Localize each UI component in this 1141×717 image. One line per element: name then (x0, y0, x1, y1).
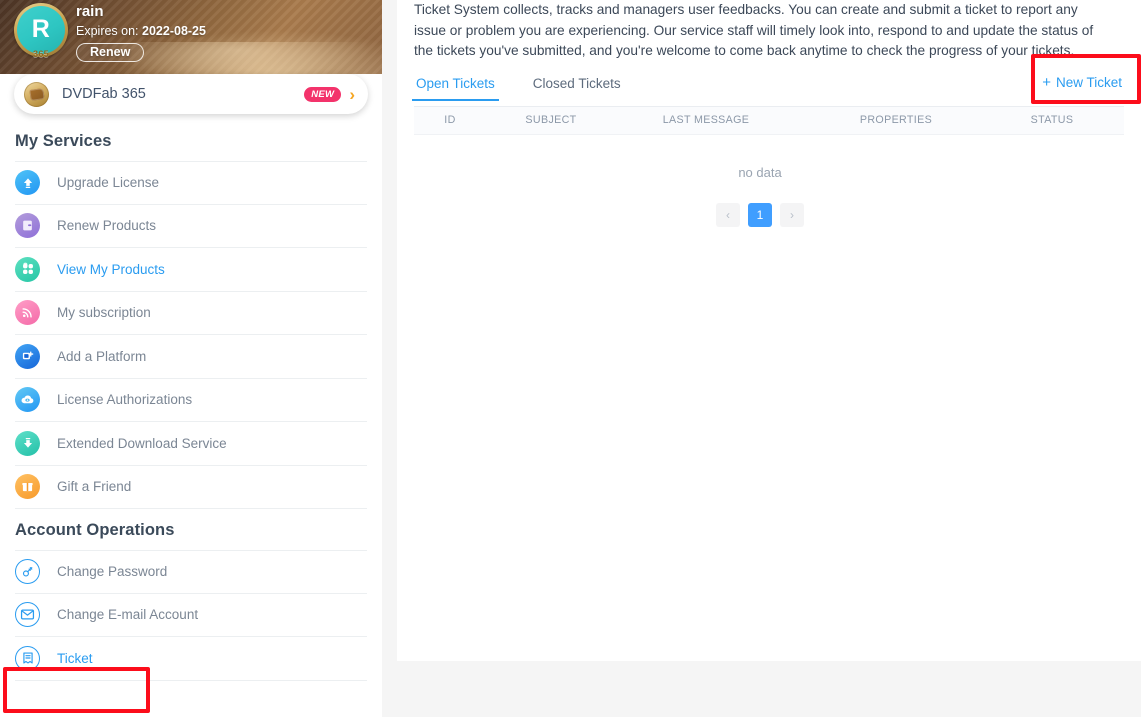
member-center-page: R 365 rain Expires on: 2022-08-25 Renew … (0, 0, 1141, 717)
sidebar-item-label: Change Password (57, 564, 168, 580)
main-panel: Ticket System collects, tracks and manag… (397, 0, 1141, 661)
pagination-page-1[interactable]: 1 (748, 202, 772, 227)
renew-box-icon (15, 213, 40, 239)
sidebar-item-label: My subscription (57, 305, 151, 321)
rss-subscription-icon (15, 300, 40, 326)
sidebar-item-change-password[interactable]: Change Password (15, 550, 367, 594)
tickets-table-header: ID SUBJECT LAST MESSAGE PROPERTIES STATU… (414, 106, 1124, 135)
profile-header: R 365 rain Expires on: 2022-08-25 Renew (0, 0, 382, 74)
section-title-account-operations: Account Operations (15, 521, 175, 539)
column-header-id: ID (444, 114, 456, 126)
expiry-date: 2022-08-25 (142, 24, 206, 38)
sidebar-item-label: View My Products (57, 261, 165, 277)
column-header-status: STATUS (1030, 114, 1074, 126)
add-platform-icon (15, 343, 40, 369)
sidebar-item-change-email-account[interactable]: Change E-mail Account (15, 594, 367, 637)
upgrade-arrow-icon (15, 170, 40, 196)
renew-button[interactable]: Renew (76, 43, 145, 62)
intro-paragraph: Ticket System collects, tracks and manag… (414, 2, 1094, 58)
product-card-dvdfab-365[interactable]: DVDFab 365 NEW › (14, 74, 368, 114)
empty-state-text: no data (738, 164, 782, 180)
profile-info: rain Expires on: 2022-08-25 Renew (76, 3, 206, 62)
download-arrow-icon (15, 430, 40, 456)
sidebar-item-extended-download-service[interactable]: Extended Download Service (15, 422, 367, 466)
sidebar-item-renew-products[interactable]: Renew Products (15, 205, 367, 248)
new-ticket-button[interactable]: + New Ticket (1040, 75, 1124, 90)
new-badge: NEW (304, 86, 342, 102)
sidebar-item-label: Gift a Friend (57, 479, 132, 495)
new-ticket-label: New Ticket (1055, 74, 1122, 90)
sidebar-item-label: Add a Platform (57, 348, 147, 364)
sidebar-item-label: Upgrade License (57, 175, 160, 191)
grid-products-icon (15, 256, 40, 282)
ticket-tabbar: Open Tickets Closed Tickets + New Ticket (412, 75, 1124, 107)
cloud-eye-icon (15, 387, 40, 413)
profile-username: rain (76, 3, 104, 20)
sidebar-item-label: Ticket (57, 650, 93, 666)
avatar-365-badge: 365 (33, 49, 49, 59)
avatar-initial: R (17, 6, 65, 54)
sidebar-item-label: Change E-mail Account (57, 607, 199, 623)
envelope-icon (15, 602, 40, 628)
pagination: ‹ 1 › (379, 202, 1141, 227)
sidebar: R 365 rain Expires on: 2022-08-25 Renew … (0, 0, 382, 717)
plus-icon: + (1042, 73, 1051, 91)
sidebar-item-view-my-products[interactable]: View My Products (15, 248, 367, 292)
ticket-intro-text: Ticket System collects, tracks and manag… (397, 0, 1111, 62)
sidebar-item-my-subscription[interactable]: My subscription (15, 292, 367, 335)
sidebar-item-add-a-platform[interactable]: Add a Platform (15, 335, 367, 379)
sidebar-item-label: Renew Products (57, 218, 157, 234)
pagination-prev-button[interactable]: ‹ (716, 202, 740, 227)
sidebar-item-ticket[interactable]: Ticket (15, 637, 367, 681)
sidebar-item-label: Extended Download Service (57, 435, 227, 451)
product-card-label: DVDFab 365 (62, 86, 146, 102)
profile-expiry: Expires on: 2022-08-25 (76, 22, 206, 40)
column-header-subject: SUBJECT (525, 114, 577, 126)
sidebar-nav: My Services Upgrade License Renew Produc… (0, 120, 382, 717)
sidebar-item-license-authorizations[interactable]: License Authorizations (15, 379, 367, 422)
tab-closed-tickets[interactable]: Closed Tickets (531, 76, 623, 100)
pagination-next-button[interactable]: › (780, 202, 804, 227)
gift-icon (15, 474, 40, 500)
avatar[interactable]: R 365 (14, 3, 68, 59)
ticket-icon (15, 645, 40, 671)
sidebar-item-label: License Authorizations (57, 392, 193, 408)
sidebar-item-gift-a-friend[interactable]: Gift a Friend (15, 466, 367, 509)
sidebar-item-upgrade-license[interactable]: Upgrade License (15, 161, 367, 205)
tab-open-tickets[interactable]: Open Tickets (412, 76, 499, 101)
nav-group-my-services: Upgrade License Renew Products View My P… (0, 161, 382, 509)
chevron-right-icon: › (349, 84, 355, 104)
column-header-properties: PROPERTIES (859, 114, 933, 126)
column-header-last-message: LAST MESSAGE (662, 114, 750, 126)
nav-group-account-operations: Change Password Change E-mail Account Ti… (0, 550, 382, 681)
section-title-my-services: My Services (15, 132, 112, 150)
key-icon (15, 559, 40, 585)
expiry-label: Expires on: (76, 24, 139, 38)
dvdfab-disc-icon (24, 81, 49, 107)
